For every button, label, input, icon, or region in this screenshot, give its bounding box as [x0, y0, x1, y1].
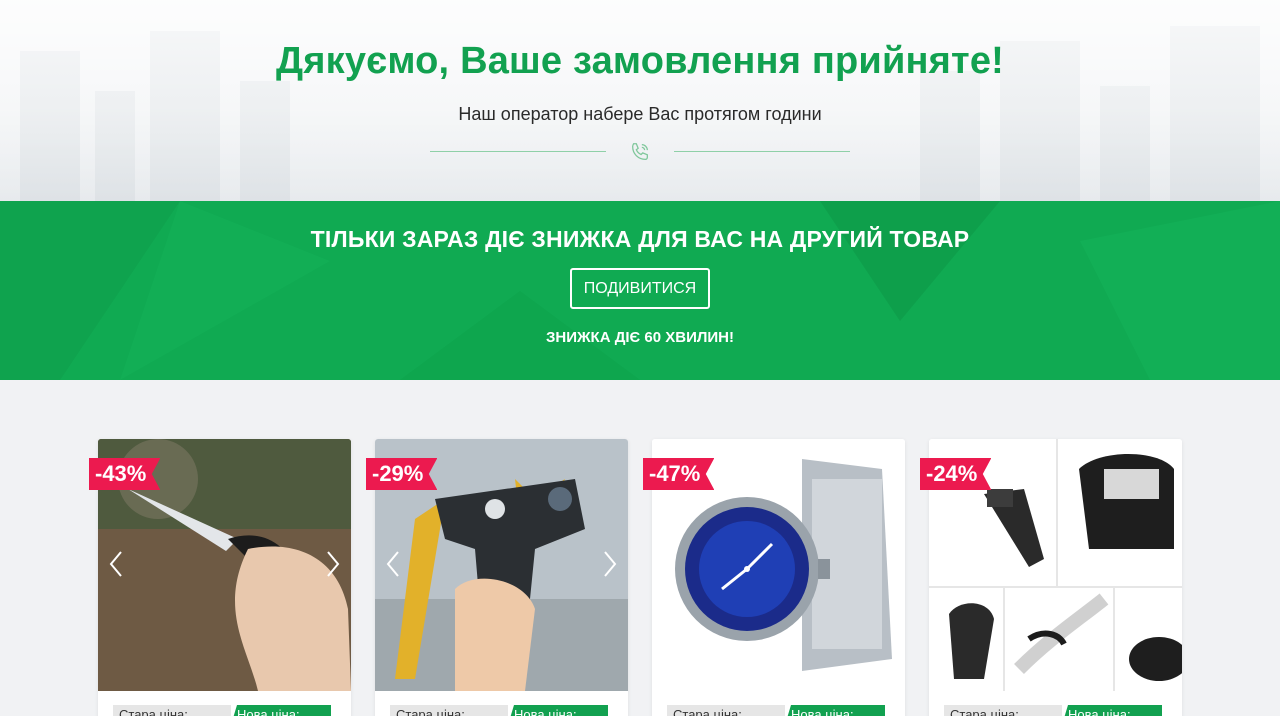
new-price-label: Нова ціна: — [231, 705, 331, 716]
discount-badge: -24% — [920, 458, 992, 490]
price-row: Стара ціна: Нова ціна: — [944, 705, 1162, 716]
page-subtitle: Наш оператор набере Вас протягом години — [458, 104, 822, 124]
next-arrow-icon[interactable] — [600, 549, 620, 579]
product-card[interactable]: -47% Стара ціна: Нова ціна: — [643, 439, 905, 716]
new-price-label: Нова ціна: — [508, 705, 608, 716]
new-price-label: Нова ціна: — [1062, 705, 1162, 716]
promo-timer-note: ЗНИЖКА ДІЄ 60 ХВИЛИН! — [545, 329, 735, 346]
price-row: Стара ціна: Нова ціна: — [667, 705, 885, 716]
discount-badge: -47% — [643, 458, 715, 490]
discount-badge: -29% — [366, 458, 438, 490]
old-price-label: Стара ціна: — [390, 705, 508, 716]
product-card[interactable]: -24% Стара ціна: Нова ціна: — [920, 439, 1182, 716]
prev-arrow-icon[interactable] — [106, 549, 126, 579]
view-offer-button[interactable]: ПОДИВИТИСЯ — [570, 268, 710, 309]
prev-arrow-icon[interactable] — [383, 549, 403, 579]
price-row: Стара ціна: Нова ціна: — [113, 705, 331, 716]
page-title: Дякуємо, Ваше замовлення прийняте! — [275, 40, 1005, 82]
phone-icon — [632, 143, 648, 160]
hero-section: Дякуємо, Ваше замовлення прийняте! Наш о… — [0, 0, 1280, 201]
next-arrow-icon[interactable] — [323, 549, 343, 579]
old-price-label: Стара ціна: — [113, 705, 231, 716]
old-price-label: Стара ціна: — [667, 705, 785, 716]
promo-banner: ТІЛЬКИ ЗАРАЗ ДІЄ ЗНИЖКА ДЛЯ ВАС НА ДРУГИ… — [0, 201, 1280, 380]
product-card[interactable]: -29% Стара ціна: Нова ціна: — [366, 439, 628, 716]
divider-right — [674, 151, 850, 152]
old-price-label: Стара ціна: — [944, 705, 1062, 716]
discount-badge: -43% — [89, 458, 161, 490]
price-row: Стара ціна: Нова ціна: — [390, 705, 608, 716]
promo-title: ТІЛЬКИ ЗАРАЗ ДІЄ ЗНИЖКА ДЛЯ ВАС НА ДРУГИ… — [310, 226, 970, 252]
new-price-label: Нова ціна: — [785, 705, 885, 716]
divider-left — [430, 151, 606, 152]
product-card[interactable]: -43% Стара ціна: Нова ціна: — [89, 439, 351, 716]
